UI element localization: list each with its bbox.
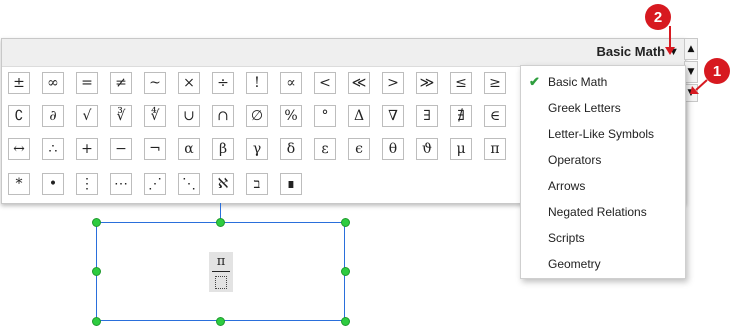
fraction-numerator: π — [216, 254, 226, 269]
callout-1-arrow — [695, 79, 708, 91]
callout-2-arrowhead — [665, 47, 675, 55]
resize-handle-top-left[interactable] — [92, 218, 101, 227]
callout-badge-1: 1 — [704, 58, 730, 84]
denominator-placeholder[interactable] — [215, 276, 227, 289]
resize-handle-top-right[interactable] — [341, 218, 350, 227]
resize-handle-bottom-right[interactable] — [341, 317, 350, 326]
resize-handle-right[interactable] — [341, 267, 350, 276]
fraction-equation[interactable]: π — [209, 252, 233, 292]
resize-handle-top[interactable] — [216, 218, 225, 227]
callout-badge-2: 2 — [645, 4, 671, 30]
fraction-bar — [212, 271, 230, 272]
resize-handle-left[interactable] — [92, 267, 101, 276]
resize-handle-bottom[interactable] — [216, 317, 225, 326]
resize-handle-bottom-left[interactable] — [92, 317, 101, 326]
